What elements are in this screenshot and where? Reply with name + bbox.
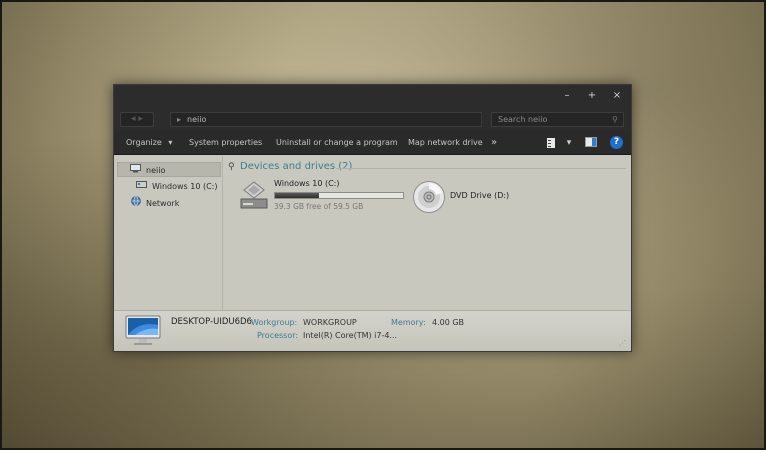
minimize-button[interactable]: – bbox=[559, 89, 575, 103]
collapse-icon[interactable]: ⚲ bbox=[228, 162, 235, 172]
nav-item-this-pc[interactable]: neiio bbox=[117, 162, 221, 177]
hard-drive-icon bbox=[240, 180, 268, 212]
nav-item-label: Windows 10 (C:) bbox=[152, 182, 218, 191]
explorer-window: – + × ◂ ▸ ▸ neiio Search neiio ⚲ Organize… bbox=[113, 84, 632, 352]
group-divider bbox=[336, 168, 626, 169]
address-field[interactable]: ▸ neiio bbox=[170, 112, 482, 127]
memory-label: Memory: bbox=[391, 318, 426, 327]
organize-button[interactable]: Organize ▾ bbox=[126, 131, 172, 155]
processor-value: Intel(R) Core(TM) i7-4... bbox=[303, 331, 398, 340]
computer-icon bbox=[130, 163, 141, 178]
details-pane: DESKTOP-UIDU6D6 Workgroup: WORKGROUP Mem… bbox=[114, 310, 631, 351]
nav-item-label: neiio bbox=[146, 166, 166, 175]
workgroup-value: WORKGROUP bbox=[303, 318, 357, 327]
close-button[interactable]: × bbox=[609, 89, 625, 103]
title-bar[interactable]: – + × bbox=[114, 85, 631, 109]
system-properties-button[interactable]: System properties bbox=[189, 131, 262, 155]
maximize-button[interactable]: + bbox=[584, 89, 600, 103]
back-forward-buttons[interactable]: ◂ ▸ bbox=[120, 112, 154, 127]
drive-c-usage-fill bbox=[275, 193, 319, 198]
search-placeholder: Search neiio bbox=[498, 115, 548, 124]
breadcrumb-path[interactable]: neiio bbox=[187, 115, 206, 124]
memory-value: 4.00 GB bbox=[432, 318, 465, 327]
computer-name: DESKTOP-UIDU6D6 bbox=[171, 317, 252, 327]
drive-c-usage-bar bbox=[274, 192, 404, 199]
nav-item-label: Network bbox=[146, 199, 180, 208]
drive-icon bbox=[136, 179, 147, 194]
search-icon[interactable]: ⚲ bbox=[612, 113, 618, 126]
help-icon[interactable]: ? bbox=[610, 136, 623, 149]
dvd-icon bbox=[412, 180, 446, 216]
view-icon[interactable] bbox=[545, 137, 557, 149]
workgroup-label: Workgroup: bbox=[251, 318, 298, 327]
address-bar-row: ◂ ▸ ▸ neiio Search neiio ⚲ bbox=[114, 109, 631, 131]
network-icon bbox=[131, 196, 141, 211]
map-network-drive-button[interactable]: Map network drive bbox=[408, 131, 483, 155]
drive-d-name: DVD Drive (D:) bbox=[450, 191, 510, 200]
view-dropdown-icon[interactable]: ▾ bbox=[564, 137, 574, 149]
drive-tile-d[interactable]: DVD Drive (D:) bbox=[412, 180, 522, 214]
nav-item-windows-drive[interactable]: Windows 10 (C:) bbox=[136, 179, 218, 194]
preview-pane-icon[interactable] bbox=[584, 137, 597, 149]
processor-label: Processor: bbox=[257, 331, 299, 340]
nav-item-network[interactable]: Network bbox=[131, 196, 179, 211]
more-commands-button[interactable]: » bbox=[491, 131, 497, 155]
chevron-down-icon: ▾ bbox=[168, 138, 173, 147]
content-pane: ⚲ Devices and drives (2) Windows 10 (C:)… bbox=[224, 156, 631, 310]
navigation-pane: neiio Windows 10 (C:) Network bbox=[114, 156, 223, 310]
computer-monitor-icon bbox=[125, 315, 161, 349]
search-input[interactable]: Search neiio ⚲ bbox=[491, 112, 624, 127]
drive-c-free-space: 39.3 GB free of 59.5 GB bbox=[274, 202, 364, 211]
group-header-devices[interactable]: Devices and drives (2) bbox=[240, 161, 352, 172]
resize-grip-icon[interactable]: ⋰ bbox=[619, 339, 628, 348]
organize-label: Organize bbox=[126, 138, 162, 147]
drive-c-name: Windows 10 (C:) bbox=[274, 179, 340, 188]
uninstall-program-button[interactable]: Uninstall or change a program bbox=[276, 131, 398, 155]
drive-tile-c[interactable]: Windows 10 (C:) 39.3 GB free of 59.5 GB bbox=[240, 178, 404, 212]
command-bar: Organize ▾ System properties Uninstall o… bbox=[114, 131, 631, 155]
breadcrumb-chevron-icon[interactable]: ▸ bbox=[177, 115, 181, 124]
